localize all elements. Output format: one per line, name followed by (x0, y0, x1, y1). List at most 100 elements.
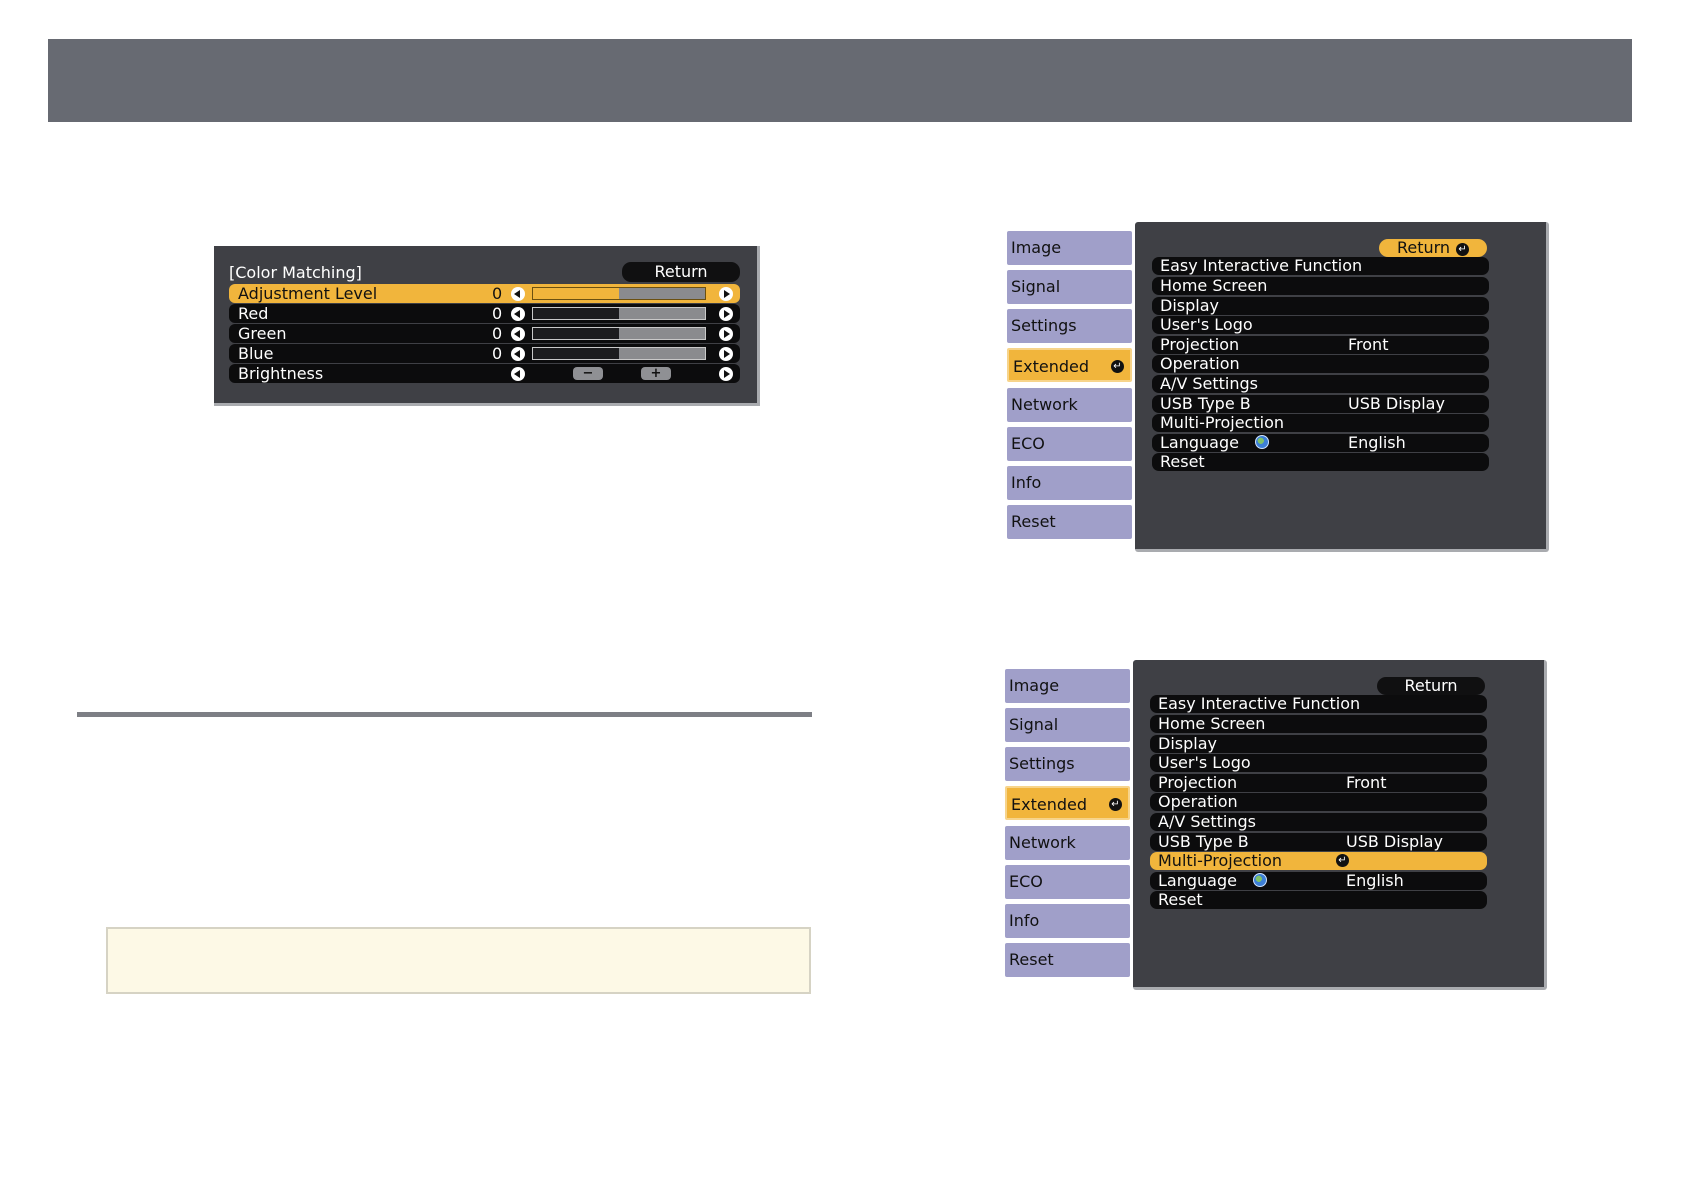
item-label: User's Logo (1158, 753, 1251, 772)
menu-item-av-settings[interactable]: A/V Settings (1150, 813, 1487, 831)
menu-item-easy-interactive-function[interactable]: Easy Interactive Function (1150, 695, 1487, 713)
menu-item-language[interactable]: Language English (1152, 434, 1489, 452)
menu-item-users-logo[interactable]: User's Logo (1150, 754, 1487, 772)
enter-icon: ↵ (1111, 360, 1124, 373)
menu-item-operation[interactable]: Operation (1150, 793, 1487, 811)
item-label: Language (1158, 871, 1237, 890)
item-value: USB Display (1346, 832, 1443, 851)
brightness-row[interactable]: Brightness − + (229, 364, 740, 383)
item-label: Operation (1158, 792, 1238, 811)
level-slider[interactable] (532, 327, 706, 340)
tab-reset[interactable]: Reset (1005, 943, 1130, 977)
slider-fill (533, 348, 619, 359)
row-value: 0 (492, 304, 503, 323)
menu-item-projection[interactable]: Projection Front (1152, 336, 1489, 354)
menu-item-display[interactable]: Display (1150, 735, 1487, 753)
left-arrow-icon[interactable] (511, 346, 525, 361)
row-value: 0 (492, 284, 503, 303)
return-button[interactable]: Return (1377, 677, 1485, 695)
return-button[interactable]: Return (622, 262, 740, 282)
row-value: 0 (492, 324, 503, 343)
menu-item-home-screen[interactable]: Home Screen (1152, 277, 1489, 295)
menu-item-easy-interactive-function[interactable]: Easy Interactive Function (1152, 257, 1489, 275)
menu-item-projection[interactable]: Projection Front (1150, 774, 1487, 792)
return-button[interactable]: Return ↵ (1379, 239, 1487, 257)
left-arrow-icon[interactable] (511, 326, 525, 341)
tab-settings[interactable]: Settings (1005, 747, 1130, 781)
item-label: Projection (1160, 335, 1240, 354)
item-label: Easy Interactive Function (1160, 256, 1363, 275)
plus-button[interactable]: + (641, 367, 671, 380)
menu-item-reset[interactable]: Reset (1150, 891, 1487, 909)
level-slider[interactable] (532, 347, 706, 360)
right-arrow-icon[interactable] (719, 366, 733, 381)
menu-body: Return Easy Interactive Function Home Sc… (1133, 660, 1547, 990)
right-arrow-icon[interactable] (719, 326, 733, 341)
row-label: Red (238, 304, 269, 323)
menu-item-home-screen[interactable]: Home Screen (1150, 715, 1487, 733)
section-divider (77, 712, 812, 717)
menu-item-users-logo[interactable]: User's Logo (1152, 316, 1489, 334)
menu-item-language[interactable]: Language English (1150, 872, 1487, 890)
menu-item-multi-projection[interactable]: Multi-Projection ↵ (1150, 852, 1487, 870)
item-label: User's Logo (1160, 315, 1253, 334)
page-header-band (48, 39, 1632, 122)
tab-signal[interactable]: Signal (1005, 708, 1130, 742)
menu-item-usb-type-b[interactable]: USB Type B USB Display (1150, 833, 1487, 851)
tab-info[interactable]: Info (1007, 466, 1132, 500)
right-arrow-icon[interactable] (719, 286, 733, 301)
tab-label: Extended (1013, 357, 1089, 376)
item-label: Reset (1160, 452, 1205, 471)
tab-info[interactable]: Info (1005, 904, 1130, 938)
item-label: Multi-Projection (1160, 413, 1284, 432)
item-label: A/V Settings (1158, 812, 1256, 831)
return-label: Return (1396, 238, 1451, 257)
left-arrow-icon[interactable] (511, 286, 525, 301)
tab-image[interactable]: Image (1007, 231, 1132, 265)
note-box (106, 927, 811, 994)
globe-icon (1253, 873, 1267, 887)
item-value: USB Display (1348, 394, 1445, 413)
tab-image[interactable]: Image (1005, 669, 1130, 703)
minus-button[interactable]: − (573, 367, 603, 380)
row-value: 0 (492, 344, 503, 363)
enter-icon: ↵ (1456, 243, 1470, 256)
enter-icon: ↵ (1109, 798, 1122, 811)
row-label: Adjustment Level (238, 284, 378, 303)
tab-extended[interactable]: Extended ↵ (1005, 786, 1130, 820)
menu-item-av-settings[interactable]: A/V Settings (1152, 375, 1489, 393)
menu-item-reset[interactable]: Reset (1152, 453, 1489, 471)
menu-item-multi-projection[interactable]: Multi-Projection (1152, 414, 1489, 432)
slider-fill (533, 328, 619, 339)
right-arrow-icon[interactable] (719, 346, 733, 361)
item-label: Projection (1158, 773, 1238, 792)
green-row[interactable]: Green 0 (229, 324, 740, 343)
left-arrow-icon[interactable] (511, 306, 525, 321)
level-slider[interactable] (532, 287, 706, 300)
tab-network[interactable]: Network (1005, 826, 1130, 860)
adjustment-level-row[interactable]: Adjustment Level 0 (229, 284, 740, 303)
tab-extended[interactable]: Extended ↵ (1007, 348, 1132, 382)
slider-fill (533, 288, 619, 299)
item-label: Display (1160, 296, 1219, 315)
menu-item-operation[interactable]: Operation (1152, 355, 1489, 373)
tab-eco[interactable]: ECO (1007, 427, 1132, 461)
item-label: Home Screen (1158, 714, 1266, 733)
menu-item-usb-type-b[interactable]: USB Type B USB Display (1152, 395, 1489, 413)
tab-signal[interactable]: Signal (1007, 270, 1132, 304)
item-label: Reset (1158, 890, 1203, 909)
tab-settings[interactable]: Settings (1007, 309, 1132, 343)
tab-reset[interactable]: Reset (1007, 505, 1132, 539)
extended-menu-top: Return ↵ Easy Interactive Function Home S… (1007, 222, 1549, 561)
tab-network[interactable]: Network (1007, 388, 1132, 422)
right-arrow-icon[interactable] (719, 306, 733, 321)
tab-eco[interactable]: ECO (1005, 865, 1130, 899)
left-arrow-icon[interactable] (511, 366, 525, 381)
globe-icon (1255, 435, 1269, 449)
item-label: Easy Interactive Function (1158, 694, 1361, 713)
red-row[interactable]: Red 0 (229, 304, 740, 323)
level-slider[interactable] (532, 307, 706, 320)
menu-item-display[interactable]: Display (1152, 297, 1489, 315)
blue-row[interactable]: Blue 0 (229, 344, 740, 363)
item-value: English (1346, 871, 1404, 890)
